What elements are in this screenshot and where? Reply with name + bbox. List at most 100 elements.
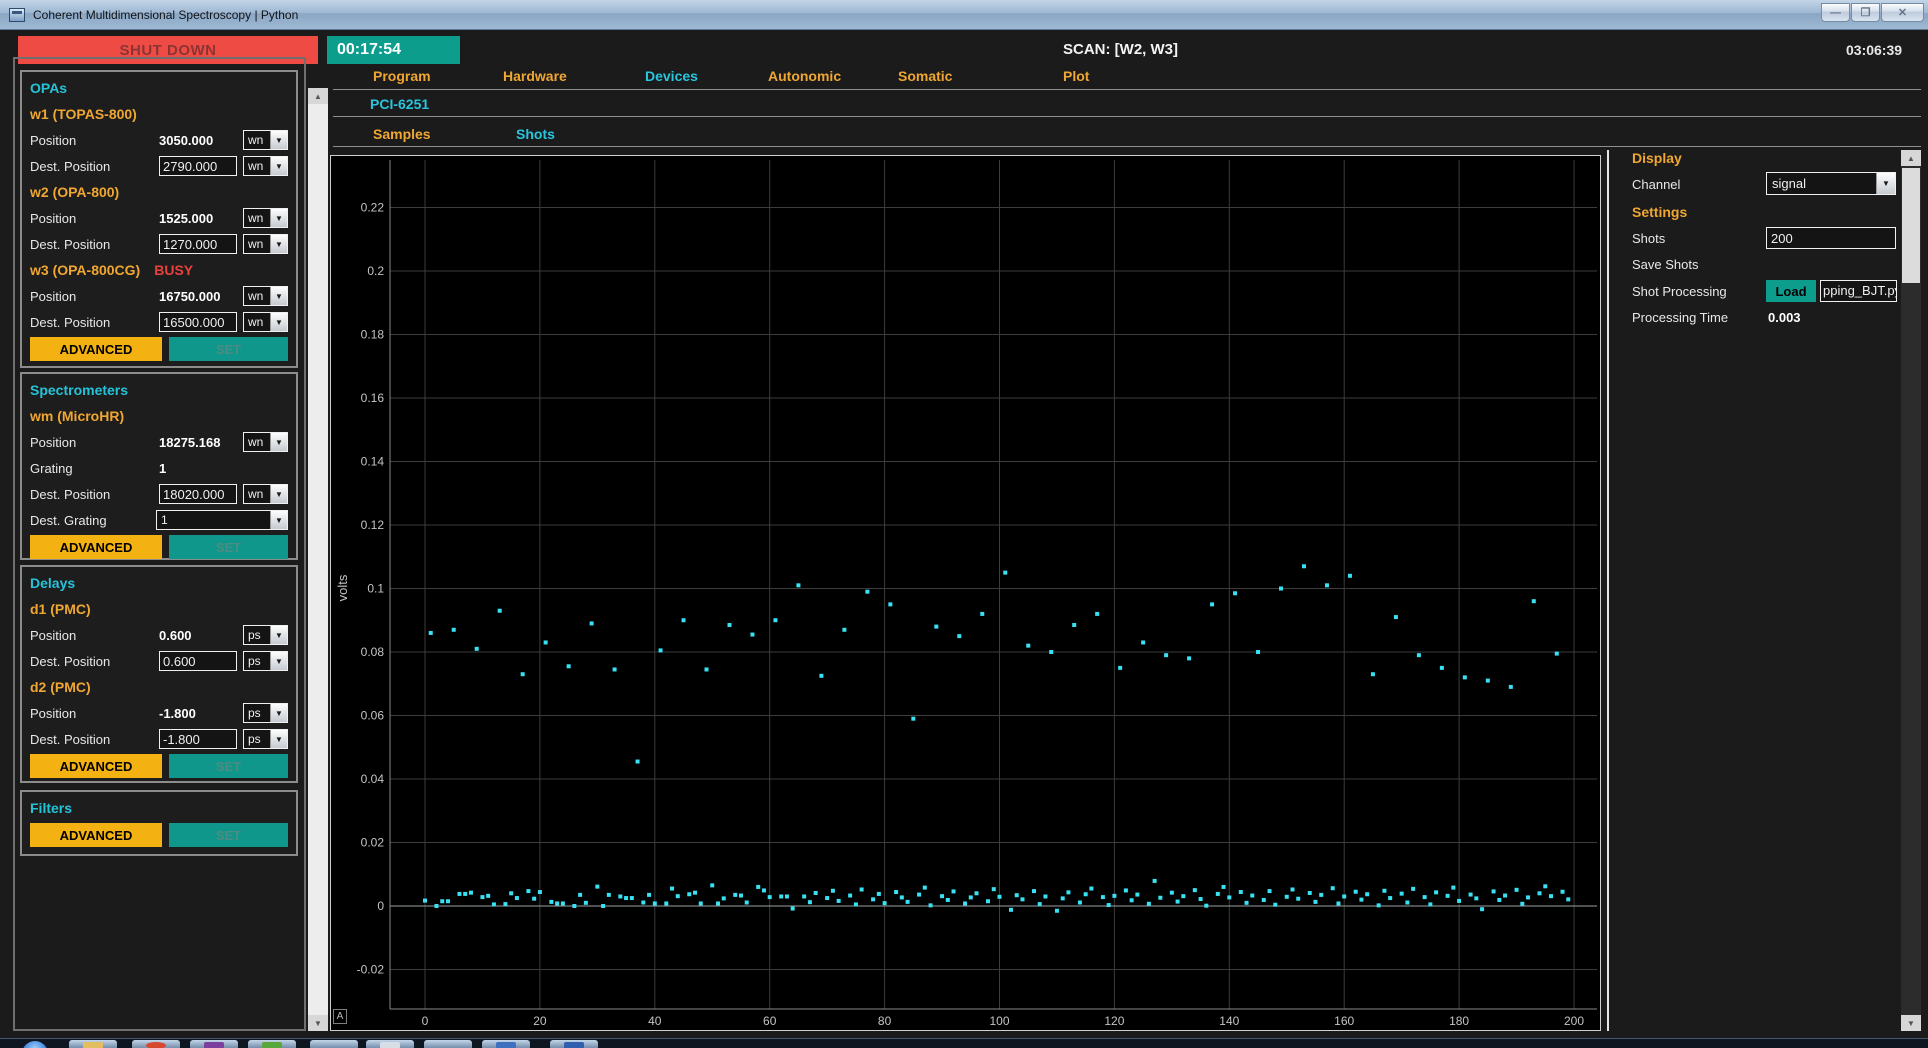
- svg-text:0.14: 0.14: [361, 455, 385, 469]
- svg-text:0.18: 0.18: [361, 328, 385, 342]
- dropdown-icon[interactable]: ▼: [270, 626, 287, 644]
- shots-input[interactable]: [1766, 227, 1896, 249]
- channel-label: Channel: [1632, 177, 1680, 192]
- wm-position-label: Position: [30, 435, 159, 450]
- dropdown-icon[interactable]: ▼: [1876, 173, 1895, 194]
- scroll-down-icon[interactable]: ▼: [308, 1015, 328, 1031]
- taskbar-item[interactable]: [424, 1040, 472, 1048]
- opas-set-button[interactable]: SET: [169, 337, 288, 361]
- opas-title: OPAs: [30, 80, 67, 96]
- w3-dest-units-combo[interactable]: wn▼: [243, 312, 288, 332]
- tab-pci-6251[interactable]: PCI-6251: [370, 96, 429, 112]
- scrollbar-thumb[interactable]: [1902, 168, 1920, 283]
- dropdown-icon[interactable]: ▼: [270, 652, 287, 670]
- svg-text:0.04: 0.04: [361, 772, 385, 786]
- svg-text:160: 160: [1334, 1014, 1354, 1028]
- d1-position-value: 0.600: [159, 628, 237, 643]
- dropdown-icon[interactable]: ▼: [270, 704, 287, 722]
- wm-position-units-combo[interactable]: wn▼: [243, 432, 288, 452]
- dropdown-icon[interactable]: ▼: [270, 235, 287, 253]
- taskbar-item[interactable]: [190, 1040, 238, 1048]
- wm-grating-value: 1: [159, 461, 288, 476]
- w2-dest-label: Dest. Position: [30, 237, 159, 252]
- tab-program[interactable]: Program: [373, 68, 431, 84]
- scroll-up-icon[interactable]: ▲: [1901, 150, 1921, 166]
- d2-dest-units-combo[interactable]: ps▼: [243, 729, 288, 749]
- w3-position-label: Position: [30, 289, 159, 304]
- wm-position-value: 18275.168: [159, 435, 237, 450]
- autoscale-button[interactable]: A: [333, 1009, 347, 1024]
- processing-time-label: Processing Time: [1632, 310, 1728, 325]
- dropdown-icon[interactable]: ▼: [270, 131, 287, 149]
- d2-position-value: -1.800: [159, 706, 237, 721]
- dropdown-icon[interactable]: ▼: [270, 433, 287, 451]
- taskbar-item[interactable]: [248, 1040, 296, 1048]
- taskbar-item[interactable]: [550, 1040, 598, 1048]
- scroll-down-icon[interactable]: ▼: [1901, 1015, 1921, 1031]
- d1-position-units-combo[interactable]: ps▼: [243, 625, 288, 645]
- opas-advanced-button[interactable]: ADVANCED: [30, 337, 162, 361]
- center-scrollbar[interactable]: ▲ ▼: [308, 88, 328, 1031]
- processing-script-field[interactable]: pping_BJT.py: [1820, 280, 1897, 302]
- tab-autonomic[interactable]: Autonomic: [768, 68, 841, 84]
- restore-button[interactable]: ❐: [1851, 3, 1880, 22]
- load-script-button[interactable]: Load: [1766, 280, 1816, 302]
- svg-text:0.16: 0.16: [361, 391, 385, 405]
- svg-text:0.2: 0.2: [367, 264, 384, 278]
- taskbar-item[interactable]: [132, 1040, 180, 1048]
- svg-text:0.12: 0.12: [361, 518, 385, 532]
- w3-position-units-combo[interactable]: wn▼: [243, 286, 288, 306]
- title-bar[interactable]: Coherent Multidimensional Spectroscopy |…: [0, 0, 1928, 30]
- taskbar-item[interactable]: [366, 1040, 414, 1048]
- tab-devices[interactable]: Devices: [645, 68, 698, 84]
- tab-hardware[interactable]: Hardware: [503, 68, 567, 84]
- dropdown-icon[interactable]: ▼: [270, 313, 287, 331]
- dropdown-icon[interactable]: ▼: [270, 511, 287, 529]
- svg-text:0.22: 0.22: [361, 201, 385, 215]
- spectrometers-title: Spectrometers: [30, 382, 128, 398]
- channel-combo[interactable]: signal ▼: [1766, 172, 1896, 195]
- dropdown-icon[interactable]: ▼: [270, 485, 287, 503]
- panel-scrollbar[interactable]: ▲ ▼: [1901, 150, 1921, 1031]
- start-button[interactable]: [22, 1041, 48, 1048]
- tab-samples[interactable]: Samples: [373, 126, 431, 142]
- wm-dest-input[interactable]: [159, 484, 237, 504]
- w1-dest-input[interactable]: [159, 156, 237, 176]
- w1-position-units-combo[interactable]: wn▼: [243, 130, 288, 150]
- taskbar-item[interactable]: [69, 1040, 117, 1048]
- application-window: Coherent Multidimensional Spectroscopy |…: [0, 0, 1928, 1048]
- w1-dest-units-combo[interactable]: wn▼: [243, 156, 288, 176]
- spectrometers-advanced-button[interactable]: ADVANCED: [30, 535, 162, 559]
- w2-dest-units-combo[interactable]: wn▼: [243, 234, 288, 254]
- wm-dest-units-combo[interactable]: wn▼: [243, 484, 288, 504]
- d2-dest-input[interactable]: [159, 729, 237, 749]
- dropdown-icon[interactable]: ▼: [270, 157, 287, 175]
- delays-advanced-button[interactable]: ADVANCED: [30, 754, 162, 778]
- close-button[interactable]: ✕: [1881, 3, 1924, 22]
- scatter-plot-canvas[interactable]: -0.0200.020.040.060.080.10.120.140.160.1…: [331, 156, 1600, 1030]
- wm-dest-grating-combo[interactable]: 1▼: [156, 510, 288, 530]
- windows-taskbar[interactable]: [0, 1038, 1928, 1048]
- nav-underline: [333, 89, 1921, 90]
- delays-set-button[interactable]: SET: [169, 754, 288, 778]
- dropdown-icon[interactable]: ▼: [270, 730, 287, 748]
- spectrometers-set-button[interactable]: SET: [169, 535, 288, 559]
- d1-dest-input[interactable]: [159, 651, 237, 671]
- minimize-button[interactable]: —: [1821, 3, 1850, 22]
- dropdown-icon[interactable]: ▼: [270, 209, 287, 227]
- tab-shots[interactable]: Shots: [516, 126, 555, 142]
- taskbar-item[interactable]: [482, 1040, 530, 1048]
- w3-dest-input[interactable]: [159, 312, 237, 332]
- taskbar-item[interactable]: [310, 1040, 358, 1048]
- tab-plot[interactable]: Plot: [1063, 68, 1089, 84]
- filters-advanced-button[interactable]: ADVANCED: [30, 823, 162, 847]
- d1-dest-units-combo[interactable]: ps▼: [243, 651, 288, 671]
- dropdown-icon[interactable]: ▼: [270, 287, 287, 305]
- scroll-up-icon[interactable]: ▲: [308, 88, 328, 104]
- w2-dest-input[interactable]: [159, 234, 237, 254]
- filters-set-button[interactable]: SET: [169, 823, 288, 847]
- shots-plot[interactable]: -0.0200.020.040.060.080.10.120.140.160.1…: [330, 155, 1601, 1031]
- d2-position-units-combo[interactable]: ps▼: [243, 703, 288, 723]
- tab-somatic[interactable]: Somatic: [898, 68, 952, 84]
- w2-position-units-combo[interactable]: wn▼: [243, 208, 288, 228]
